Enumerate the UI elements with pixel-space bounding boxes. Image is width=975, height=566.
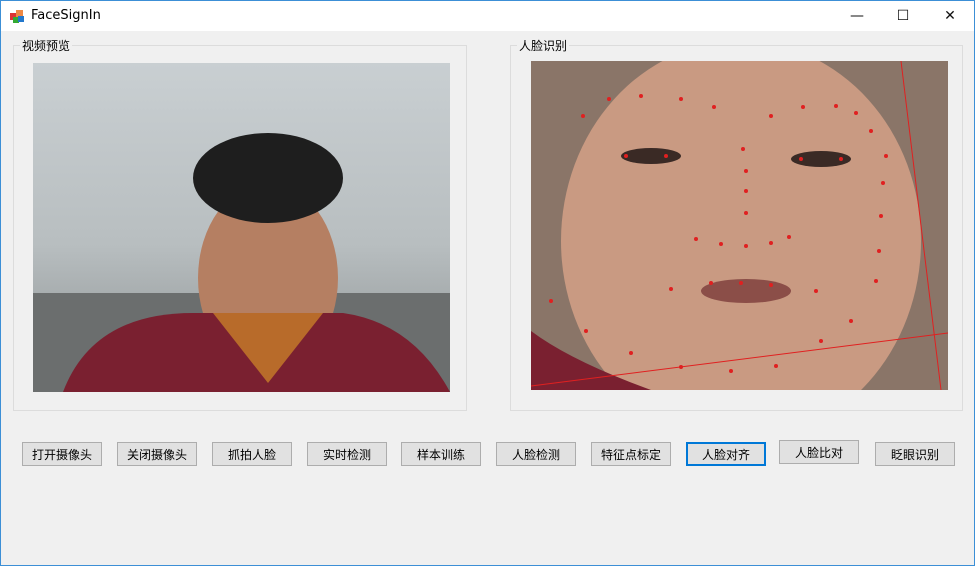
face-recognition-label: 人脸识别 [517,37,570,54]
camera-preview-image [33,63,450,392]
app-icon [10,10,24,23]
realtime-detect-button[interactable]: 实时检测 [307,442,387,466]
maximize-button[interactable]: ☐ [880,1,926,31]
app-window: FaceSignIn — ☐ ✕ 视频预览 人脸识别 打开摄像头 关闭摄像头 抓… [0,0,975,566]
face-recognition-group: 人脸识别 [510,37,963,411]
capture-face-button[interactable]: 抓拍人脸 [212,442,292,466]
face-landmark-image [531,61,948,390]
face-align-button[interactable]: 人脸对齐 [686,442,766,466]
close-camera-button[interactable]: 关闭摄像头 [117,442,197,466]
video-preview-group: 视频预览 [13,37,467,411]
video-preview-label: 视频预览 [20,37,73,54]
title-bar: FaceSignIn — ☐ ✕ [1,1,974,31]
window-title: FaceSignIn [31,8,101,23]
open-camera-button[interactable]: 打开摄像头 [22,442,102,466]
landmark-calibration-button[interactable]: 特征点标定 [591,442,671,466]
minimize-button[interactable]: — [834,1,880,31]
close-button[interactable]: ✕ [927,1,973,31]
face-compare-button[interactable]: 人脸比对 [779,440,859,464]
sample-training-button[interactable]: 样本训练 [401,442,481,466]
face-detect-button[interactable]: 人脸检测 [496,442,576,466]
blink-detect-button[interactable]: 眨眼识别 [875,442,955,466]
